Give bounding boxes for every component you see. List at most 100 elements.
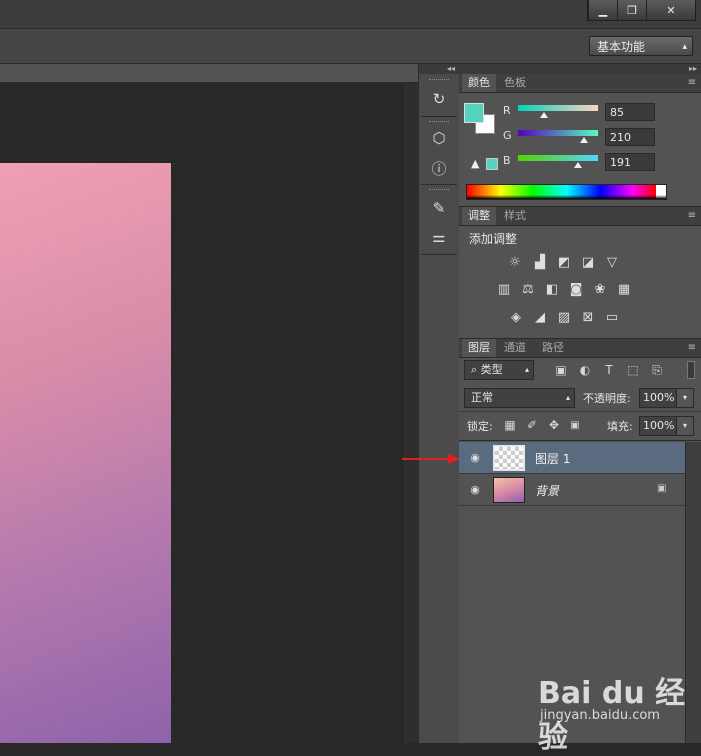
- canvas-image[interactable]: [0, 163, 171, 743]
- expand-icon[interactable]: ▸▸: [459, 64, 701, 74]
- panel-icon-column: ◂◂ ↻ ⬡ ⓘ ✎ ⚌: [418, 64, 460, 743]
- posterize-icon[interactable]: ◢: [531, 309, 549, 325]
- fill-field[interactable]: 100% ▾: [639, 416, 694, 436]
- annotation-arrow-icon: [402, 454, 460, 464]
- slider-thumb-g[interactable]: [579, 137, 588, 143]
- minimize-icon: ▁: [598, 3, 608, 17]
- eye-icon[interactable]: ◉: [467, 450, 483, 464]
- canvas-vertical-scrollbar[interactable]: [402, 83, 419, 743]
- gamut-swatch[interactable]: [486, 158, 498, 170]
- eye-icon[interactable]: ◉: [467, 482, 483, 496]
- filter-pixel-icon[interactable]: ▣: [553, 362, 569, 378]
- lock-position-icon[interactable]: ✥: [546, 417, 562, 433]
- divider: [459, 440, 701, 441]
- right-panel-dock: ▸▸ 颜色 色板 ≡ R 85 G 210 ▲ B 191 调整 样式 ≡ 添加…: [459, 64, 701, 743]
- panel-menu-icon[interactable]: ≡: [688, 207, 696, 225]
- warning-icon[interactable]: ▲: [471, 157, 479, 170]
- panel-menu-icon[interactable]: ≡: [688, 339, 696, 357]
- filter-kind-label: 类型: [480, 363, 503, 376]
- panel-menu-icon[interactable]: ≡: [688, 74, 696, 92]
- brightness-icon[interactable]: ☼: [506, 254, 524, 270]
- tab-adjustments[interactable]: 调整: [462, 207, 496, 225]
- panel-grip[interactable]: [429, 189, 449, 192]
- color-spectrum-bar[interactable]: [466, 184, 667, 200]
- close-icon: ✕: [666, 3, 676, 17]
- threshold-icon[interactable]: ▨: [555, 309, 573, 325]
- tab-channels[interactable]: 通道: [498, 339, 532, 357]
- 3d-cube-icon[interactable]: ⬡: [428, 127, 450, 149]
- filter-adjustment-icon[interactable]: ◐: [577, 362, 593, 378]
- lock-paint-icon[interactable]: ✐: [524, 417, 540, 433]
- photo-filter-icon[interactable]: ◙: [567, 281, 585, 297]
- channel-label-r: R: [503, 104, 511, 117]
- history-icon[interactable]: ↻: [428, 88, 450, 110]
- info-icon[interactable]: ⓘ: [428, 157, 450, 179]
- layer-thumbnail-transparent[interactable]: [493, 445, 525, 471]
- lock-label: 锁定:: [467, 420, 493, 433]
- filter-type-icon[interactable]: T: [601, 362, 617, 378]
- channel-label-g: G: [503, 129, 512, 142]
- opacity-dropdown-icon[interactable]: ▾: [676, 389, 693, 407]
- channel-label-b: B: [503, 154, 511, 167]
- color-panel-tabs: 颜色 色板 ≡: [459, 74, 701, 93]
- black-white-icon[interactable]: ◧: [543, 281, 561, 297]
- slider-thumb-r[interactable]: [540, 112, 549, 118]
- panel-grip[interactable]: [429, 79, 449, 82]
- layer-name[interactable]: 图层 1: [535, 450, 570, 467]
- tab-color[interactable]: 颜色: [462, 74, 496, 92]
- workspace-select[interactable]: 基本功能 ▴: [589, 36, 693, 56]
- filter-shape-icon[interactable]: ⬚: [625, 362, 641, 378]
- layer-filter-select[interactable]: ⌕ 类型 ▴: [464, 360, 534, 380]
- window-controls: ▁ ❐ ✕: [587, 0, 696, 21]
- value-field-g[interactable]: 210: [605, 128, 655, 146]
- tab-layers[interactable]: 图层: [462, 339, 496, 357]
- layer-row-layer1[interactable]: ◉ 图层 1: [459, 442, 685, 474]
- curves-icon[interactable]: ◩: [555, 254, 573, 270]
- slider-track-b[interactable]: [518, 155, 598, 161]
- opacity-value: 100%: [643, 391, 675, 404]
- slider-track-r[interactable]: [518, 105, 598, 111]
- layer-row-background[interactable]: ◉ 背景 ▣: [459, 474, 685, 506]
- fill-value: 100%: [643, 419, 675, 432]
- filter-smart-object-icon[interactable]: ⎘: [649, 362, 665, 378]
- layer-name[interactable]: 背景: [535, 482, 559, 499]
- foreground-color-swatch[interactable]: [464, 103, 484, 123]
- gradient-map-icon[interactable]: ⊠: [579, 309, 597, 325]
- options-bar: 基本功能 ▴: [0, 29, 701, 64]
- filter-toggle-switch[interactable]: [687, 361, 695, 379]
- tab-swatches[interactable]: 色板: [498, 74, 532, 92]
- value-field-b[interactable]: 191: [605, 153, 655, 171]
- blend-mode-select[interactable]: 正常 ▴: [464, 388, 575, 408]
- blend-mode-label: 正常: [471, 391, 493, 404]
- color-lookup-icon[interactable]: ▦: [615, 281, 633, 297]
- brushes-icon[interactable]: ✎: [428, 197, 450, 219]
- opacity-field[interactable]: 100% ▾: [639, 388, 694, 408]
- tab-paths[interactable]: 路径: [536, 339, 570, 357]
- color-balance-icon[interactable]: ⚖: [519, 281, 537, 297]
- layer-thumbnail-gradient[interactable]: [493, 477, 525, 503]
- close-button[interactable]: ✕: [646, 0, 695, 20]
- collapse-icon[interactable]: ◂◂: [419, 64, 459, 74]
- panel-grip[interactable]: [429, 121, 449, 124]
- lock-icon: ▣: [657, 483, 667, 494]
- value-field-r[interactable]: 85: [605, 103, 655, 121]
- hue-saturation-icon[interactable]: ▥: [495, 281, 513, 297]
- vibrance-icon[interactable]: ▽: [603, 254, 621, 270]
- tab-styles[interactable]: 样式: [498, 207, 532, 225]
- levels-icon[interactable]: ▟: [531, 254, 549, 270]
- slider-thumb-b[interactable]: [574, 162, 582, 168]
- channel-mixer-icon[interactable]: ❀: [591, 281, 609, 297]
- slider-track-g[interactable]: [518, 130, 598, 136]
- invert-icon[interactable]: ◈: [507, 309, 525, 325]
- maximize-button[interactable]: ❐: [617, 0, 646, 20]
- divider: [421, 184, 457, 185]
- lock-transparent-icon[interactable]: ▦: [502, 417, 518, 433]
- lock-all-icon[interactable]: ▣: [567, 417, 583, 433]
- selective-color-icon[interactable]: ▭: [603, 309, 621, 325]
- fill-dropdown-icon[interactable]: ▾: [676, 417, 693, 435]
- title-bar: ▁ ❐ ✕: [0, 0, 701, 29]
- minimize-button[interactable]: ▁: [588, 0, 617, 20]
- adjustments-title: 添加调整: [469, 232, 518, 246]
- exposure-icon[interactable]: ◪: [579, 254, 597, 270]
- brush-settings-icon[interactable]: ⚌: [428, 226, 450, 248]
